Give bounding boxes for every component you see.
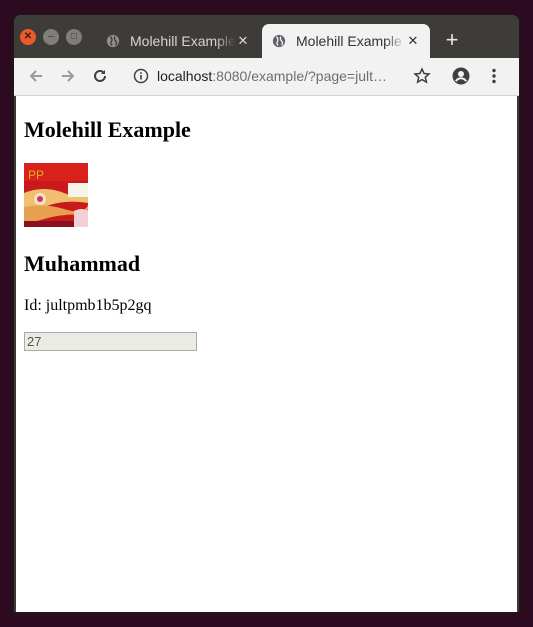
new-tab-icon[interactable]: + (440, 28, 464, 52)
tab-inactive[interactable]: Molehill Example ✕ (96, 24, 260, 58)
thumbnail-image: PP (24, 163, 88, 227)
url-host: localhost (157, 68, 213, 84)
menu-icon[interactable] (484, 66, 504, 86)
forward-icon[interactable] (58, 66, 78, 86)
browser-window: ✕ – □ Molehill Example ✕ Molehill Exampl… (14, 15, 519, 612)
toolbar: localhost:8080/example/?page=jult… (14, 58, 519, 96)
globe-icon (106, 34, 120, 48)
url-path: :8080/example/?page=jult… (212, 68, 387, 84)
title-bar: ✕ – □ Molehill Example ✕ Molehill Exampl… (14, 15, 519, 58)
tab-close-icon[interactable]: ✕ (236, 33, 250, 49)
address-bar[interactable]: localhost:8080/example/?page=jult… (125, 62, 440, 90)
star-icon[interactable] (412, 66, 432, 86)
tab-title: Molehill Example (296, 33, 402, 49)
info-icon[interactable] (133, 68, 149, 84)
maximize-icon[interactable]: □ (66, 29, 82, 45)
number-field[interactable]: 27 (24, 332, 197, 351)
tab-title: Molehill Example (130, 33, 236, 49)
id-text: Id: jultpmb1b5p2gq (24, 297, 152, 314)
reload-icon[interactable] (90, 66, 110, 86)
svg-text:PP: PP (28, 168, 44, 182)
back-icon[interactable] (26, 66, 46, 86)
account-icon[interactable] (451, 66, 471, 86)
page-title: Molehill Example (24, 117, 191, 142)
minimize-icon[interactable]: – (43, 29, 59, 45)
globe-icon (272, 34, 286, 48)
tab-close-icon[interactable]: ✕ (406, 33, 420, 49)
page-content: Molehill Example PP Muhammad Id: jultpmb… (16, 96, 517, 612)
close-icon[interactable]: ✕ (20, 29, 36, 45)
person-name: Muhammad (24, 251, 141, 276)
tab-active[interactable]: Molehill Example ✕ (262, 24, 430, 58)
